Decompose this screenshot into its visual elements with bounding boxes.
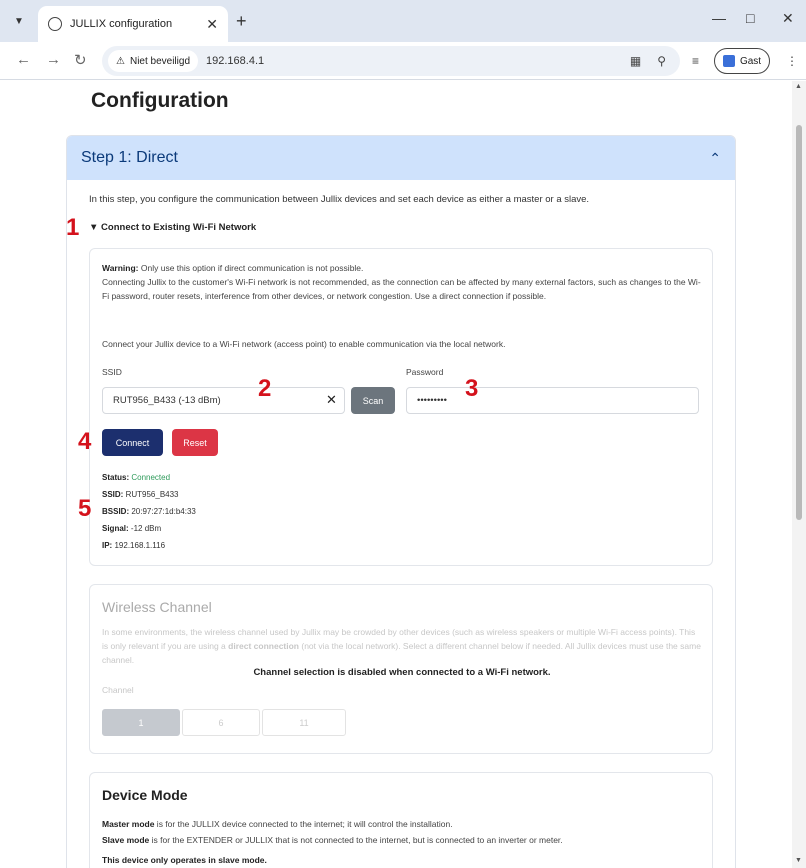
channel-option-1[interactable]: 1 — [102, 709, 180, 736]
reload-icon[interactable]: ↻ — [74, 51, 87, 69]
menu-kebab-icon[interactable]: ⋮ — [786, 54, 798, 68]
reading-list-icon[interactable]: ≡ — [692, 54, 699, 68]
minimize-icon[interactable]: — — [712, 10, 726, 26]
warning-line-1: Only use this option if direct communica… — [138, 263, 364, 273]
ssid-label: SSID — [102, 367, 122, 377]
wifi-details-summary[interactable]: ▼ Connect to Existing Wi-Fi Network — [89, 222, 256, 233]
ssid-value: RUT956_B433 (-13 dBm) — [113, 395, 221, 406]
new-tab-icon[interactable]: + — [236, 11, 247, 32]
slave-only-note: This device only operates in slave mode. — [102, 855, 267, 865]
master-mode-label: Master mode — [102, 819, 155, 829]
slave-mode-label: Slave mode — [102, 835, 150, 845]
warning-icon: ⚠ — [116, 55, 125, 67]
annotation-4: 4 — [78, 428, 92, 455]
avatar-icon — [722, 55, 735, 67]
annotation-2: 2 — [258, 375, 272, 402]
status-row: Status: Connected — [102, 473, 170, 482]
ssid-row: SSID: RUT956_B433 — [102, 490, 179, 499]
channel-option-11[interactable]: 11 — [262, 709, 346, 736]
clear-icon[interactable]: ✕ — [326, 392, 337, 408]
zoom-icon[interactable]: ⚲ — [657, 54, 666, 68]
ip-row: IP: 192.168.1.116 — [102, 541, 165, 550]
profile-label: Gast — [739, 55, 762, 67]
warning-line-2: Connecting Jullix to the customer's Wi-F… — [102, 277, 701, 301]
annotation-3: 3 — [465, 375, 479, 402]
browser-toolbar: ← → ↻ ⚠ Niet beveiligd 192.168.4.1 ▦ ⚲ ≡… — [0, 42, 806, 80]
bssid-row: BSSID: 20:97:27:1d:b4:33 — [102, 507, 196, 516]
ssid-row-label: SSID: — [102, 490, 124, 499]
browser-tab[interactable]: JULLIX configuration ✕ — [38, 6, 228, 42]
device-mode-title: Device Mode — [102, 787, 188, 803]
page-viewport: Configuration Step 1: Direct ⌃ In this s… — [0, 81, 792, 868]
annotation-5: 5 — [78, 495, 92, 522]
scan-button[interactable]: Scan — [351, 387, 395, 414]
signal-label: Signal: — [102, 524, 129, 533]
bssid-value: 20:97:27:1d:b4:33 — [131, 507, 196, 516]
password-input[interactable]: ••••••••• — [406, 387, 699, 414]
globe-icon — [48, 17, 62, 31]
password-label: Password — [406, 367, 444, 377]
browser-tab-bar: ▼ JULLIX configuration ✕ + — □ ✕ — [0, 0, 806, 42]
master-mode-text: Master mode is for the JULLIX device con… — [102, 817, 702, 831]
status-label: Status: — [102, 473, 130, 482]
close-tab-icon[interactable]: ✕ — [206, 16, 218, 33]
signal-row: Signal: -12 dBm — [102, 524, 161, 533]
wifi-instruction: Connect your Jullix device to a Wi-Fi ne… — [102, 339, 506, 349]
device-mode-card: Device Mode Master mode is for the JULLI… — [89, 772, 713, 868]
slave-mode-desc: is for the EXTENDER or JULLIX that is no… — [149, 835, 563, 845]
ip-label: IP: — [102, 541, 113, 550]
reset-button[interactable]: Reset — [172, 429, 218, 456]
step-header[interactable]: Step 1: Direct ⌃ — [67, 136, 735, 180]
warning-text: Warning: Only use this option if direct … — [102, 261, 702, 303]
channel-description: In some environments, the wireless chann… — [102, 625, 702, 667]
chevron-up-icon: ⌃ — [709, 149, 721, 166]
channel-disabled-note: Channel selection is disabled when conne… — [253, 667, 551, 678]
profile-button[interactable]: Gast — [714, 48, 770, 74]
channel-title: Wireless Channel — [102, 599, 212, 615]
back-icon[interactable]: ← — [16, 51, 31, 68]
maximize-icon[interactable]: □ — [746, 10, 754, 26]
scroll-up-icon[interactable]: ▲ — [795, 83, 802, 90]
address-bar[interactable]: ⚠ Niet beveiligd 192.168.4.1 ▦ ⚲ — [102, 46, 680, 76]
annotation-1: 1 — [66, 214, 80, 241]
security-chip[interactable]: ⚠ Niet beveiligd — [108, 50, 199, 72]
status-value: Connected — [131, 473, 171, 482]
step-title: Step 1: Direct — [81, 149, 178, 166]
tab-search-icon[interactable]: ▼ — [8, 10, 30, 32]
slave-mode-text: Slave mode is for the EXTENDER or JULLIX… — [102, 833, 702, 847]
channel-label: Channel — [102, 685, 134, 695]
scroll-down-icon[interactable]: ▼ — [795, 857, 802, 864]
channel-card: Wireless Channel In some environments, t… — [89, 584, 713, 754]
bssid-label: BSSID: — [102, 507, 130, 516]
master-mode-desc: is for the JULLIX device connected to th… — [154, 819, 453, 829]
page-scrollbar[interactable]: ▲ ▼ — [792, 81, 806, 868]
scroll-thumb[interactable] — [796, 125, 802, 520]
wifi-details-label: Connect to Existing Wi-Fi Network — [101, 222, 257, 233]
step-intro: In this step, you configure the communic… — [89, 194, 590, 205]
signal-value: -12 dBm — [130, 524, 162, 533]
password-value: ••••••••• — [417, 395, 447, 406]
channel-option-6[interactable]: 6 — [182, 709, 260, 736]
close-window-icon[interactable]: ✕ — [782, 10, 794, 27]
step-accordion: Step 1: Direct ⌃ In this step, you confi… — [66, 135, 736, 868]
ssid-input[interactable]: RUT956_B433 (-13 dBm) — [102, 387, 345, 414]
security-chip-label: Niet beveiligd — [129, 55, 191, 67]
forward-icon[interactable]: → — [46, 51, 61, 68]
warning-label: Warning: — [102, 263, 139, 273]
connect-button[interactable]: Connect — [102, 429, 163, 456]
wifi-card: Warning: Only use this option if direct … — [89, 248, 713, 566]
page-title: Configuration — [91, 89, 229, 112]
tab-title: JULLIX configuration — [70, 18, 173, 30]
ssid-row-value: RUT956_B433 — [125, 490, 179, 499]
translate-icon[interactable]: ▦ — [630, 54, 641, 68]
channel-desc-bold: direct connection — [228, 641, 299, 651]
ip-value: 192.168.1.116 — [114, 541, 166, 550]
url-text[interactable]: 192.168.4.1 — [206, 55, 264, 67]
